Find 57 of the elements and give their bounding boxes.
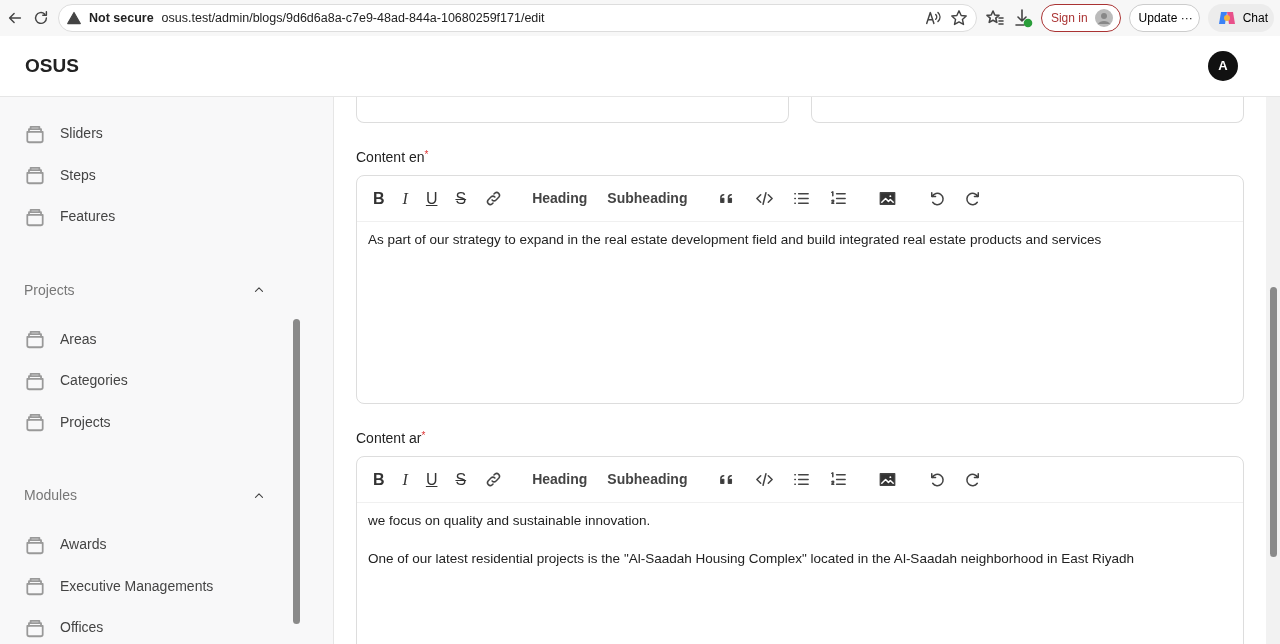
underline-button[interactable]: U bbox=[417, 464, 446, 495]
tray-icon bbox=[24, 164, 46, 187]
sidebar-group-title: Modules bbox=[24, 486, 77, 505]
required-mark: * bbox=[424, 149, 429, 160]
bold-button[interactable]: B bbox=[365, 183, 393, 214]
subheading-button[interactable]: Subheading bbox=[598, 183, 697, 214]
chat-button[interactable]: Chat bbox=[1207, 4, 1274, 32]
scrollbar-thumb[interactable] bbox=[293, 319, 300, 624]
strikethrough-button[interactable]: S bbox=[447, 183, 475, 214]
user-avatar[interactable]: A bbox=[1208, 51, 1238, 81]
sidebar-item[interactable]: Awards bbox=[24, 524, 266, 566]
heading-button[interactable]: Heading bbox=[523, 183, 597, 214]
sidebar-item[interactable]: Features bbox=[24, 196, 266, 238]
avatar-icon bbox=[1093, 8, 1114, 28]
sidebar-group-title: Projects bbox=[24, 280, 75, 300]
rich-text-editor[interactable]: B I U S Heading Subheading As part of our strategy to expand in the real estate development field and build integrated real estate products and services bbox=[356, 175, 1244, 404]
field-label: Content en bbox=[356, 149, 425, 165]
strikethrough-button[interactable]: S bbox=[447, 464, 475, 495]
tray-icon bbox=[24, 411, 46, 434]
image-icon[interactable] bbox=[878, 470, 898, 489]
sign-in-button[interactable]: Sign in bbox=[1040, 4, 1121, 32]
sidebar-item[interactable]: Steps bbox=[24, 154, 266, 196]
tray-icon bbox=[24, 575, 46, 598]
reload-icon[interactable] bbox=[32, 9, 50, 27]
brand-logo: OSUS bbox=[25, 53, 79, 78]
sidebar-item[interactable]: Projects bbox=[24, 401, 266, 443]
underline-button[interactable]: U bbox=[417, 183, 446, 214]
sidebar-item[interactable]: Categories bbox=[24, 360, 266, 402]
subheading-button[interactable]: Subheading bbox=[598, 464, 697, 495]
update-button[interactable]: Update ··· bbox=[1128, 4, 1200, 32]
read-aloud-icon[interactable] bbox=[923, 9, 942, 27]
italic-button[interactable]: I bbox=[394, 183, 416, 214]
download-icon[interactable] bbox=[1012, 8, 1033, 28]
security-label: Not secure bbox=[89, 9, 154, 27]
code-icon[interactable] bbox=[755, 470, 775, 489]
url-text: osus.test/admin/blogs/9d6d6a8a-c7e9-48ad-844a-10680259f171/edit bbox=[161, 9, 546, 27]
image-icon[interactable] bbox=[878, 189, 898, 208]
sidebar-item[interactable]: Offices bbox=[24, 607, 266, 644]
code-icon[interactable] bbox=[755, 189, 775, 208]
star-icon[interactable] bbox=[949, 9, 968, 27]
sidebar-item[interactable]: Sliders bbox=[24, 113, 266, 155]
address-bar[interactable]: Not secure osus.test/admin/blogs/9d6d6a8a-c7e9-48ad-844a-10680259f171/edit bbox=[58, 4, 977, 32]
paragraph-text: One of our latest residential projects is the "Al-Saadah Housing Complex" located in the Al-Saadah neighborhood in East Riyadh bbox=[368, 550, 1136, 569]
paragraph-text: we focus on quality and sustainable innovation. bbox=[368, 512, 652, 530]
required-mark: * bbox=[421, 430, 426, 441]
tray-icon bbox=[24, 328, 46, 351]
scrollbar-thumb[interactable] bbox=[1270, 287, 1277, 557]
field-label: Content ar bbox=[356, 430, 422, 446]
sidebar-item[interactable]: Executive Managements bbox=[24, 565, 266, 607]
heading-button[interactable]: Heading bbox=[523, 464, 597, 495]
favorites-icon[interactable] bbox=[984, 8, 1005, 28]
sidebar-item[interactable]: Areas bbox=[24, 318, 266, 360]
warning-icon bbox=[67, 11, 81, 25]
rich-text-editor[interactable] bbox=[356, 456, 1244, 644]
bold-button[interactable]: B bbox=[365, 464, 393, 495]
paragraph-text: As part of our strategy to expand in the real estate development field and build integrated real estate products and services bbox=[368, 231, 1103, 249]
italic-button[interactable]: I bbox=[394, 464, 416, 495]
